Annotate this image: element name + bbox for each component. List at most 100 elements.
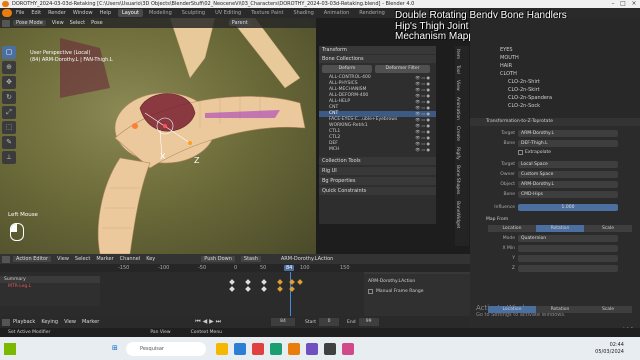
scale-tool-icon[interactable]: ⤢ (2, 106, 16, 119)
manual-frame-range-checkbox[interactable] (368, 289, 373, 294)
tab-view[interactable]: View (455, 77, 460, 94)
current-frame-indicator[interactable]: 84 (284, 265, 295, 271)
quick-constraints-header[interactable]: Quick Constraints (319, 187, 436, 195)
close-button[interactable]: × (629, 0, 639, 8)
obs-icon[interactable] (324, 342, 336, 355)
map-to-tab-scale[interactable]: Scale (584, 306, 632, 313)
rotate-tool-icon[interactable]: ↻ (2, 91, 16, 104)
start-field[interactable]: 0 (319, 318, 340, 326)
map-from-tab-location[interactable]: Location (488, 225, 536, 232)
tab-bonewidget[interactable]: BoneWidget (455, 198, 460, 231)
tab-item[interactable]: Item (455, 46, 460, 62)
ae-menu-select[interactable]: Select (75, 256, 90, 262)
ae-menu-channel[interactable]: Channel (120, 256, 141, 262)
outliner-item[interactable]: CLO-2n-Sock (500, 102, 640, 110)
mode-dropdown[interactable]: Pose Mode (13, 20, 46, 26)
workspace-tab-modeling[interactable]: Modeling (145, 9, 176, 17)
blender-taskbar-icon[interactable] (288, 342, 300, 355)
workspace-tab-rendering[interactable]: Rendering (355, 9, 389, 17)
extrapolate-checkbox[interactable] (518, 150, 523, 155)
map-to-tab-location[interactable]: Location (488, 306, 536, 313)
map-from-header[interactable]: Map From (470, 217, 640, 222)
x-min-field[interactable] (518, 245, 618, 252)
rig-ui-header[interactable]: Rig UI (319, 167, 436, 175)
channel-mtr-leg[interactable]: MTR-Leg.L (0, 283, 100, 290)
workspace-tab-layout[interactable]: Layout (118, 9, 143, 17)
deformer-filter-button[interactable]: Deformer Filter (375, 65, 430, 73)
tab-animation[interactable]: Animation (455, 94, 460, 123)
outliner-item[interactable]: EYES (500, 46, 640, 54)
outliner-item[interactable]: CLOTH (500, 70, 640, 78)
workspace-tab-sculpting[interactable]: Sculpting (178, 9, 209, 17)
bone-field[interactable]: DEF-Thigh.L (518, 140, 618, 147)
outliner-item[interactable]: CLO-2n-Shirt (500, 78, 640, 86)
outliner-item[interactable]: CLO-2n-Skirt (500, 86, 640, 94)
z-field[interactable] (518, 265, 618, 272)
annotate-tool-icon[interactable]: ✎ (2, 136, 16, 149)
map-to-tab-rotation[interactable]: Rotation (536, 306, 584, 313)
workspace-tab-texture-paint[interactable]: Texture Paint (247, 9, 287, 17)
app-icon[interactable] (342, 342, 354, 355)
viewport-menu-view[interactable]: View (52, 20, 64, 26)
edge-browser-icon[interactable] (234, 342, 246, 355)
viewport-menu-pose[interactable]: Pose (91, 20, 103, 26)
taskbar-search[interactable]: Pesquisar (126, 341, 206, 356)
maximize-button[interactable]: □ (618, 0, 628, 8)
tab-rigify[interactable]: Rigify (455, 144, 460, 163)
app-icon[interactable] (270, 342, 282, 355)
outliner-item[interactable]: MOUTH (500, 54, 640, 62)
timeline-menu-keying[interactable]: Keying (41, 319, 58, 325)
weather-icon[interactable] (4, 342, 16, 355)
measure-tool-icon[interactable]: ⟂ (2, 151, 16, 164)
object-field[interactable]: ARM-Dorothy.L (518, 181, 618, 188)
move-tool-icon[interactable]: ✥ (2, 76, 16, 89)
timeline-menu-playback[interactable]: Playback (13, 319, 35, 325)
influence-slider[interactable]: 1.000 (518, 204, 618, 211)
ae-menu-key[interactable]: Key (146, 256, 155, 262)
end-field[interactable]: 99 (358, 318, 379, 326)
transform-panel-header[interactable]: Transform (319, 46, 436, 54)
windows-start-icon[interactable]: ⊞ (112, 344, 122, 354)
editor-type-icon[interactable] (2, 318, 10, 326)
app-icon[interactable] (306, 342, 318, 355)
space-bone-field[interactable]: CMD-Hips (518, 191, 618, 198)
target-space-field[interactable]: Local Space (518, 161, 618, 168)
pivot-dropdown[interactable]: Parent (228, 20, 251, 26)
timeline-menu-marker[interactable]: Marker (82, 319, 99, 325)
bone-collection-item[interactable]: MCH 👁 ▭ ● (319, 147, 436, 153)
editor-type-icon[interactable] (2, 255, 10, 263)
blender-menu-icon[interactable] (2, 9, 12, 17)
mode-field[interactable]: Quaternion (518, 235, 618, 242)
stash-button[interactable]: Stash (240, 256, 261, 262)
current-frame-field[interactable]: 84 (271, 318, 296, 326)
select-box-tool-icon[interactable]: ▢ (2, 46, 16, 59)
channel-summary[interactable]: Summary (0, 276, 100, 283)
action-panel-name[interactable]: ARM-Dorothy.LAction (368, 279, 466, 284)
timeline-menu-view[interactable]: View (64, 319, 76, 325)
menu-help[interactable]: Help (100, 10, 111, 16)
ae-menu-view[interactable]: View (57, 256, 69, 262)
bg-properties-header[interactable]: Bg Properties (319, 177, 436, 185)
deform-button[interactable]: Deform (322, 65, 372, 73)
menu-render[interactable]: Render (48, 10, 66, 16)
map-from-tab-scale[interactable]: Scale (584, 225, 632, 232)
frame-ruler[interactable]: -150 -100 -50 0 50 84 100 150 (0, 264, 470, 272)
editor-type-icon[interactable] (2, 19, 10, 27)
viewport-menu-select[interactable]: Select (70, 20, 85, 26)
workspace-tab-uv-editing[interactable]: UV Editing (211, 9, 245, 17)
action-name-field[interactable]: ARM-Dorothy.LAction (281, 256, 333, 262)
workspace-tab-shading[interactable]: Shading (289, 9, 317, 17)
menu-file[interactable]: File (16, 10, 24, 16)
editor-mode-dropdown[interactable]: Action Editor (13, 256, 52, 262)
cursor-tool-icon[interactable]: ⊕ (2, 61, 16, 74)
map-from-tab-rotation[interactable]: Rotation (536, 225, 584, 232)
clock[interactable]: 02:44 05/03/2024 (595, 342, 624, 356)
bone-collections-header[interactable]: Bone Collections (319, 55, 436, 63)
file-explorer-icon[interactable] (216, 342, 228, 355)
minimize-button[interactable]: – (608, 0, 618, 8)
target-field[interactable]: ARM-Dorothy.L (518, 130, 618, 137)
menu-window[interactable]: Window (73, 10, 93, 16)
outliner-item[interactable]: HAIR (500, 62, 640, 70)
ae-menu-marker[interactable]: Marker (96, 256, 113, 262)
tab-create[interactable]: Create (455, 123, 460, 144)
